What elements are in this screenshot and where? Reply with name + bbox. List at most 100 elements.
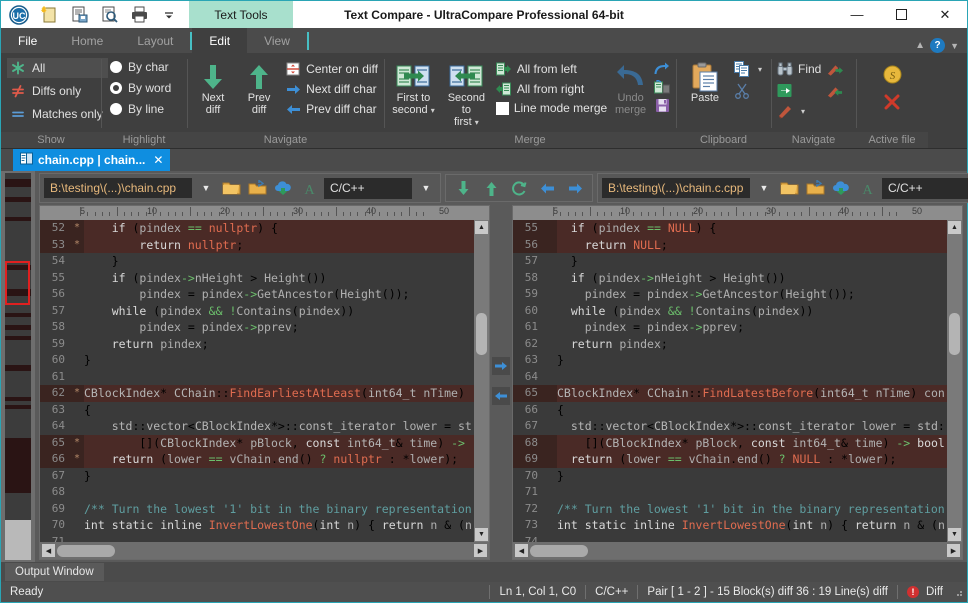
text-tools-contextual-tab[interactable]: Text Tools: [189, 1, 293, 28]
code-line[interactable]: 74: [513, 533, 947, 542]
chevron-down-icon-copy[interactable]: ▾: [758, 65, 762, 74]
highlight-by-word-radio[interactable]: By word: [107, 79, 176, 97]
tab-edit[interactable]: Edit: [192, 28, 248, 53]
left-code-area[interactable]: 52 * if (pindex == nullptr) {53 * return n…: [40, 220, 489, 542]
left-vscrollbar[interactable]: ▲ ▼: [474, 220, 489, 542]
qat-customize-icon[interactable]: [155, 2, 183, 27]
code-line[interactable]: 66 {: [513, 401, 947, 418]
left-hscroll-thumb[interactable]: [57, 544, 115, 557]
diff-minimap[interactable]: [1, 171, 35, 562]
tab-file[interactable]: File: [1, 28, 54, 53]
left-language-select[interactable]: C/C++: [324, 177, 412, 199]
center-on-diff-button[interactable]: Center on diff: [285, 61, 378, 77]
minimap-track[interactable]: [5, 173, 31, 560]
undo-merge-button[interactable]: Undo merge: [613, 58, 648, 116]
scroll-left-icon[interactable]: ◀: [515, 544, 528, 557]
find-button[interactable]: Find: [777, 61, 821, 77]
code-line[interactable]: 57 while (pindex && !Contains(pindex)): [40, 302, 474, 319]
output-window-tab[interactable]: Output Window: [5, 563, 104, 581]
collapse-ribbon-icon[interactable]: ▲: [915, 40, 925, 51]
show-all-button[interactable]: All: [7, 58, 108, 78]
code-line[interactable]: 57 }: [513, 253, 947, 270]
tab-view[interactable]: View: [247, 28, 307, 53]
code-line[interactable]: 62 return pindex;: [513, 335, 947, 352]
new-file-icon[interactable]: [35, 2, 63, 27]
right-path-input[interactable]: B:\testing\(...)\chain.c.cpp: [602, 178, 750, 198]
code-line[interactable]: 68: [40, 484, 474, 501]
left-vscroll-thumb[interactable]: [476, 312, 487, 355]
code-line[interactable]: 60}: [40, 352, 474, 369]
code-line[interactable]: 54 }: [40, 253, 474, 270]
close-file-button[interactable]: [883, 92, 901, 112]
right-path-dropdown[interactable]: ▼: [754, 177, 774, 199]
chevron-down-icon[interactable]: ▼: [950, 41, 959, 51]
minimap-scroll-thumb[interactable]: [5, 520, 31, 560]
document-tab-chain-cpp[interactable]: chain.cpp | chain... ✕: [13, 149, 171, 171]
left-cloud-download-icon[interactable]: [272, 177, 294, 199]
close-button[interactable]: ✕: [923, 1, 967, 28]
code-line[interactable]: 63 {: [40, 401, 474, 418]
code-line[interactable]: 68 [](CBlockIndex* pBlock, const int64_t…: [513, 434, 947, 451]
code-line[interactable]: 67}: [40, 467, 474, 484]
resize-grip-icon[interactable]: [952, 586, 964, 598]
prev-bookmark-button[interactable]: [827, 84, 843, 100]
chevron-down-icon-merge2[interactable]: ▾: [475, 118, 479, 127]
merge-to-right-button[interactable]: [492, 357, 510, 375]
left-language-dropdown[interactable]: ▼: [416, 177, 436, 199]
right-vscrollbar[interactable]: ▲ ▼: [947, 220, 962, 542]
code-line[interactable]: 52 * if (pindex == nullptr) {: [40, 220, 474, 237]
highlight-by-char-radio[interactable]: By char: [107, 58, 176, 76]
code-line[interactable]: 59 pindex = pindex->GetAncestor(Height()…: [513, 286, 947, 303]
right-vscroll-thumb[interactable]: [949, 312, 960, 355]
cut-button[interactable]: [734, 83, 762, 99]
chevron-down-icon-bookmark[interactable]: ▾: [801, 107, 805, 116]
right-open-folder-icon[interactable]: [778, 177, 800, 199]
all-from-left-button[interactable]: All from left: [496, 61, 607, 77]
right-code-area[interactable]: 55 if (pindex == NULL) {56 return NULL; 5…: [513, 220, 962, 542]
code-line[interactable]: 72 /** Turn the lowest '1' bit in the bin…: [513, 500, 947, 517]
save-as-icon[interactable]: [65, 2, 93, 27]
next-diff-char-button[interactable]: Next diff char: [285, 81, 378, 97]
code-line[interactable]: 70}: [513, 467, 947, 484]
code-line[interactable]: 58 pindex = pindex->pprev;: [40, 319, 474, 336]
print-preview-icon[interactable]: [95, 2, 123, 27]
scroll-left-icon[interactable]: ◀: [42, 544, 55, 557]
right-code-lines[interactable]: 55 if (pindex == NULL) {56 return NULL; 5…: [513, 220, 947, 542]
scroll-down-icon[interactable]: ▼: [948, 528, 961, 541]
next-diff-button[interactable]: Next diff: [193, 58, 233, 116]
code-line[interactable]: 61: [40, 368, 474, 385]
paste-button[interactable]: Paste: [682, 58, 728, 104]
maximize-button[interactable]: [879, 1, 923, 28]
left-path-dropdown[interactable]: ▼: [196, 177, 216, 199]
code-line[interactable]: 61 pindex = pindex->pprev;: [513, 319, 947, 336]
merge-to-left-button[interactable]: [492, 387, 510, 405]
right-language-select[interactable]: C/C++: [882, 177, 968, 199]
minimize-button[interactable]: —: [835, 1, 879, 28]
right-cloud-download-icon[interactable]: [830, 177, 852, 199]
code-line[interactable]: 55 if (pindex->nHeight > Height()): [40, 269, 474, 286]
scroll-up-icon[interactable]: ▲: [948, 221, 961, 234]
line-mode-merge-checkbox[interactable]: Line mode merge: [495, 101, 607, 115]
nav-up-icon[interactable]: [480, 177, 502, 199]
first-to-second-button[interactable]: First to second ▾: [390, 58, 437, 117]
code-line[interactable]: 59 return pindex;: [40, 335, 474, 352]
save-merge-button[interactable]: [654, 79, 670, 95]
right-open-recent-icon[interactable]: [804, 177, 826, 199]
code-line[interactable]: 66 * return (lower == vChain.end() ? null…: [40, 451, 474, 468]
right-hscrollbar[interactable]: ◀ ▶: [513, 542, 962, 559]
second-to-first-button[interactable]: Second to first ▾: [443, 58, 490, 129]
chevron-down-icon-merge1[interactable]: ▾: [431, 106, 435, 115]
nav-down-icon[interactable]: [452, 177, 474, 199]
code-line[interactable]: 56 pindex = pindex->GetAncestor(Height()…: [40, 286, 474, 303]
help-icon[interactable]: ?: [930, 38, 946, 53]
code-line[interactable]: 56 return NULL;: [513, 236, 947, 253]
close-icon[interactable]: ✕: [153, 153, 163, 167]
uc-logo-icon[interactable]: UC: [5, 2, 33, 27]
code-line[interactable]: 58 if (pindex->nHeight > Height()): [513, 269, 947, 286]
left-code-lines[interactable]: 52 * if (pindex == nullptr) {53 * return n…: [40, 220, 474, 542]
code-line[interactable]: 62 * CBlockIndex* CChain::FindEarliestAtLe…: [40, 385, 474, 402]
code-line[interactable]: 55 if (pindex == NULL) {: [513, 220, 947, 237]
highlight-by-line-radio[interactable]: By line: [107, 100, 176, 118]
nav-right-icon[interactable]: [564, 177, 586, 199]
left-path-input[interactable]: B:\testing\(...)\chain.cpp: [44, 178, 192, 198]
